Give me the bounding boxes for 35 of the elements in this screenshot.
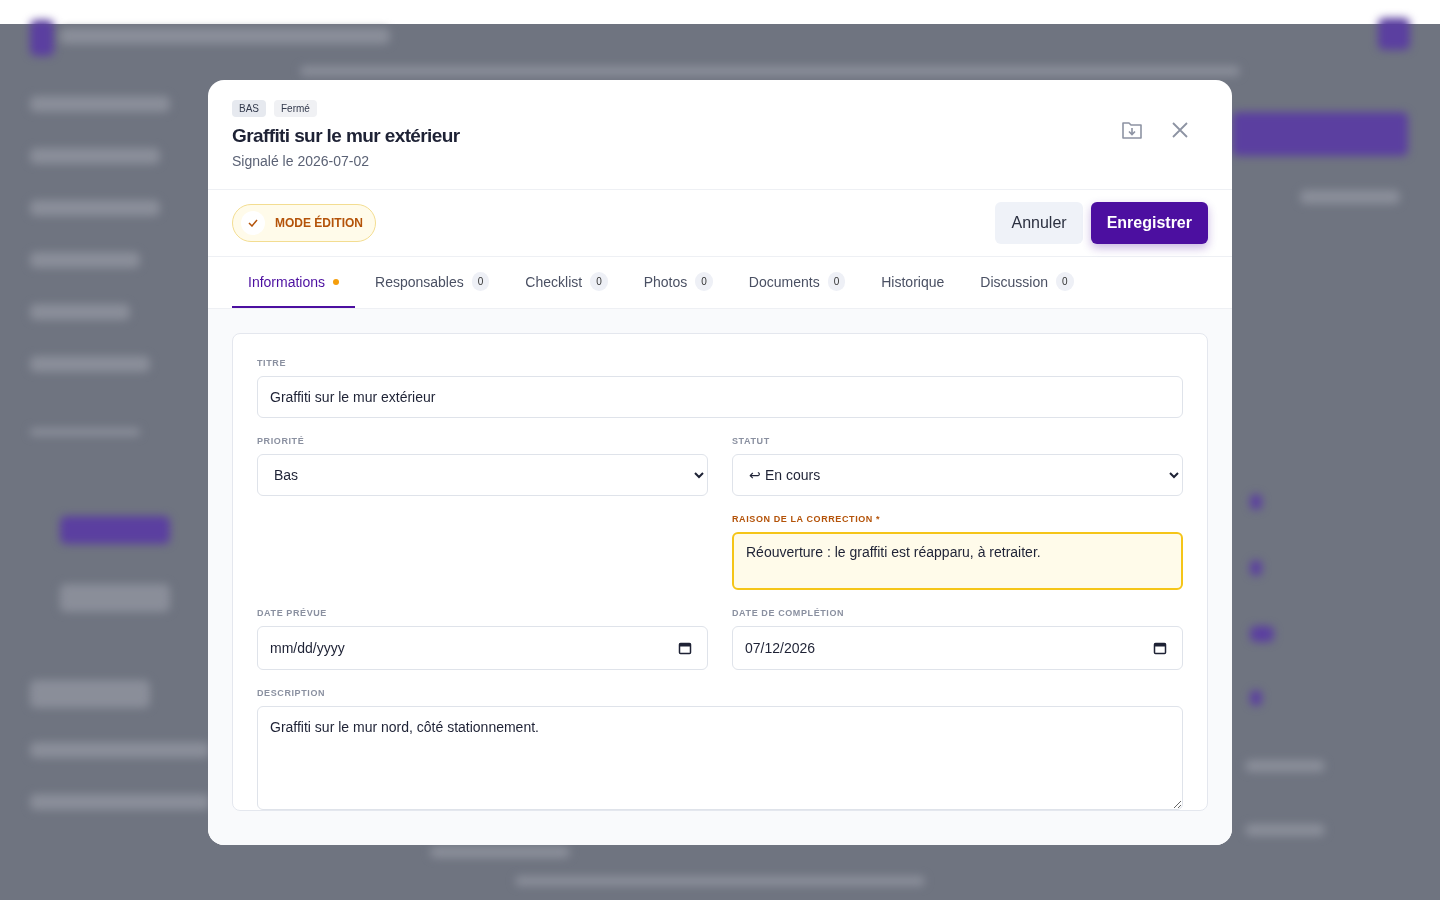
tab[interactable]: Discussion 0	[964, 257, 1090, 308]
field-label: DATE DE COMPLÉTION	[732, 608, 846, 618]
field-label: RAISON DE LA CORRECTION *	[732, 514, 882, 524]
cancel-button[interactable]: Annuler	[995, 202, 1083, 244]
calendar-icon[interactable]	[678, 641, 692, 655]
count-badge: 0	[695, 272, 713, 291]
tab[interactable]: Documents 0	[732, 257, 862, 308]
select-field[interactable]: Bas	[257, 454, 708, 496]
calendar-icon[interactable]	[1153, 641, 1167, 655]
edit-mode-badge: MODE ÉDITION	[232, 204, 376, 242]
count-badge: 0	[827, 272, 846, 291]
tab[interactable]: Historique	[865, 257, 961, 308]
status-badge: Fermé	[274, 100, 317, 117]
tab[interactable]: Responsables 0	[359, 257, 506, 308]
save-button[interactable]: Enregistrer	[1090, 202, 1208, 244]
dialog-subtitle: Signalé le 2026-07-02	[232, 153, 370, 169]
date-field[interactable]: 07/12/2026	[732, 626, 1183, 670]
tab[interactable]: Photos 0	[627, 257, 729, 308]
date-field[interactable]: mm/dd/yyyy	[257, 626, 708, 670]
count-badge: 0	[590, 272, 608, 291]
field-label: DATE PRÉVUE	[257, 608, 328, 618]
check-icon	[248, 219, 258, 227]
field-label: STATUT	[732, 436, 771, 446]
dialog-title: Graffiti sur le mur extérieur	[232, 125, 460, 147]
count-badge: 0	[1055, 272, 1074, 291]
field-label: PRIORITÉ	[257, 436, 306, 446]
select-field[interactable]: ↩ En cours	[732, 454, 1183, 496]
field-label: DESCRIPTION	[257, 688, 327, 698]
tab[interactable]: Checklist 0	[509, 257, 624, 308]
count-badge: 0	[471, 272, 490, 291]
input-field[interactable]: Graffiti sur le mur extérieur	[257, 376, 1183, 418]
field-label: TITRE	[257, 358, 287, 368]
text-area[interactable]: Graffiti sur le mur nord, côté stationnement.	[257, 706, 1183, 810]
priority-badge: BAS	[232, 100, 266, 117]
text-area[interactable]: Réouverture : le graffiti est réapparu, à retraiter.	[732, 532, 1183, 590]
